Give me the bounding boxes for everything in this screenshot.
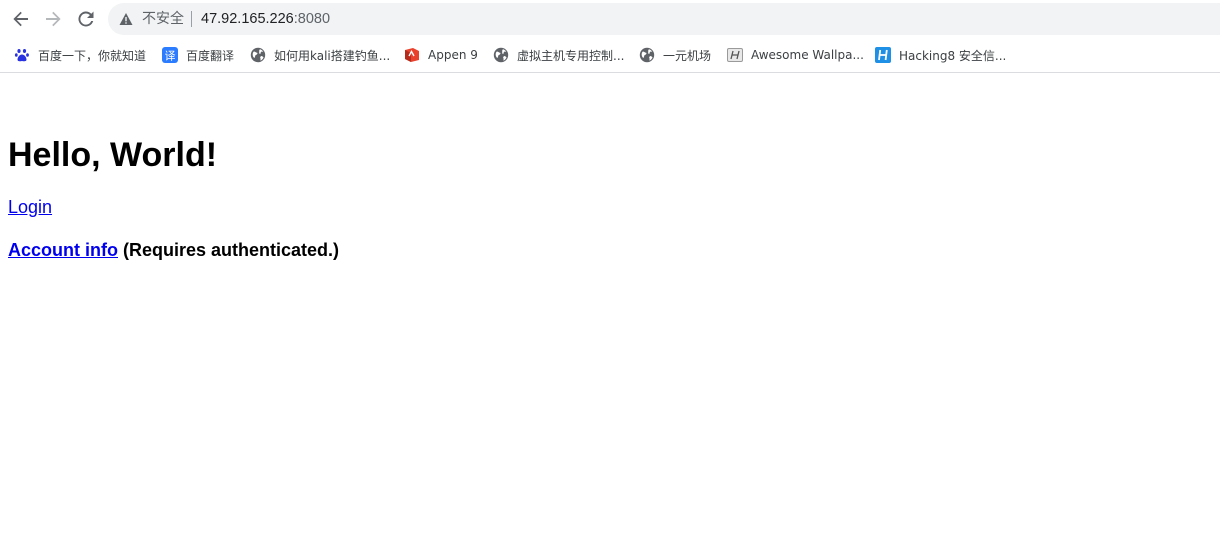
bookmark-yiyuan-airport[interactable]: 一元机场 — [639, 46, 711, 64]
bookmark-kali-phishing[interactable]: 如何用kali搭建钓鱼... — [250, 46, 390, 64]
url-text[interactable]: 47.92.165.226:8080 — [201, 10, 330, 28]
account-info-link[interactable]: Account info — [8, 240, 118, 260]
globe-icon — [639, 47, 655, 63]
globe-icon — [250, 47, 266, 63]
bookmark-label: 百度一下，你就知道 — [38, 48, 147, 63]
globe-icon — [493, 47, 509, 63]
arrow-right-icon — [46, 11, 61, 27]
arrow-left-icon — [13, 11, 28, 27]
warning-triangle-icon — [119, 13, 133, 25]
bookmark-label: 如何用kali搭建钓鱼... — [274, 48, 391, 63]
address-bar[interactable]: 不安全 47.92.165.226:8080 — [108, 3, 1220, 35]
account-info-line: Account info (Requires authenticated.) — [8, 239, 339, 261]
reload-button[interactable] — [75, 8, 97, 30]
browser-window: 不安全 47.92.165.226:8080 百度一下，你就知道 译 百度翻译 … — [0, 0, 1220, 543]
url-host: 47.92.165.226 — [201, 11, 294, 27]
page-title: Hello, World! — [8, 136, 218, 174]
baidu-paw-icon — [14, 47, 30, 63]
reload-icon — [78, 11, 94, 27]
translate-icon: 译 — [162, 47, 178, 63]
awesome-wallpapers-icon — [727, 47, 743, 63]
login-link[interactable]: Login — [8, 196, 52, 218]
bookmark-label: 百度翻译 — [186, 48, 235, 63]
page-content: Hello, World! Login Account info (Requir… — [0, 73, 1220, 543]
bookmark-baidu[interactable]: 百度一下，你就知道 — [14, 46, 146, 64]
url-port: :8080 — [293, 11, 331, 27]
browser-toolbar: 不安全 47.92.165.226:8080 — [0, 0, 1220, 38]
security-status-label[interactable]: 不安全 — [142, 11, 184, 27]
bookmark-label: Hacking8 安全信... — [899, 48, 1007, 63]
bookmark-label: 一元机场 — [663, 48, 712, 63]
bookmark-vhost-control[interactable]: 虚拟主机专用控制... — [493, 46, 624, 64]
bookmark-appen[interactable]: Appen 9 — [404, 46, 478, 64]
auth-required-note: (Requires authenticated.) — [118, 240, 340, 260]
address-divider — [191, 11, 192, 27]
bookmark-baidu-translate[interactable]: 译 百度翻译 — [162, 46, 234, 64]
svg-text:译: 译 — [165, 50, 176, 63]
appen-icon — [404, 47, 420, 63]
forward-button[interactable] — [42, 8, 64, 30]
bookmarks-bar: 百度一下，你就知道 译 百度翻译 如何用kali搭建钓鱼... Appen 9 … — [0, 38, 1220, 73]
bookmark-label: 虚拟主机专用控制... — [517, 48, 625, 63]
back-button[interactable] — [10, 8, 32, 30]
bookmark-hacking8[interactable]: Hacking8 安全信... — [875, 46, 1006, 64]
hacking8-icon — [875, 47, 891, 63]
bookmark-awesome-wallpapers[interactable]: Awesome Wallpa... — [727, 46, 864, 64]
bookmark-label: Appen 9 — [428, 48, 478, 62]
bookmark-label: Awesome Wallpa... — [751, 48, 864, 62]
